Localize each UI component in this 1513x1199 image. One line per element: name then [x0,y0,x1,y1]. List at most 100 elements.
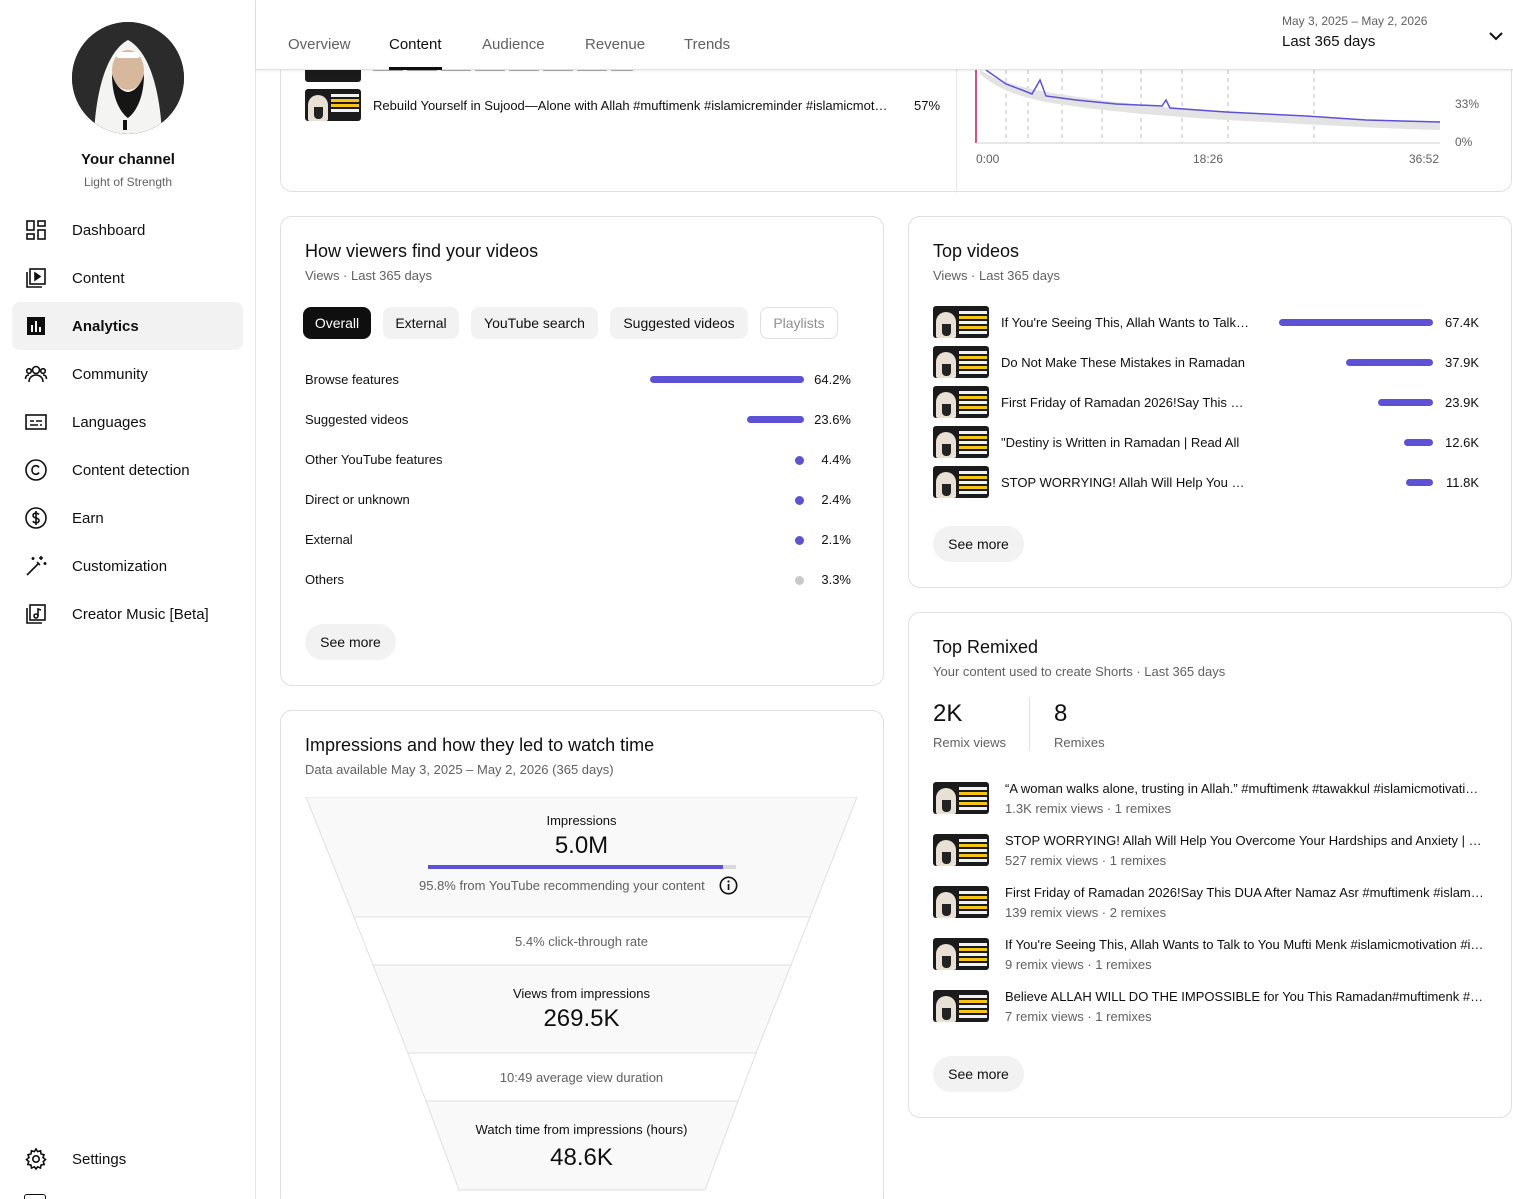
video-thumbnail[interactable] [933,938,989,970]
impressions-label: Impressions [546,813,617,828]
video-thumbnail[interactable] [305,89,361,121]
remixed-video-row[interactable]: Believe ALLAH WILL DO THE IMPOSSIBLE for… [933,989,1485,1024]
chevron-down-icon[interactable] [1486,26,1506,51]
y-tick: 33% [1455,97,1480,111]
feedback-icon[interactable] [24,1194,46,1199]
sidebar-item-creator-music[interactable]: Creator Music [Beta] [12,590,243,638]
sidebar-item-content-detection[interactable]: Content detection [12,446,243,494]
tab-trends[interactable]: Trends [684,36,730,53]
sidebar-item-languages[interactable]: Languages [12,398,243,446]
sidebar-item-label: Customization [72,557,168,575]
sidebar-item-dashboard[interactable]: Dashboard [12,206,243,254]
video-thumbnail[interactable] [933,834,989,866]
retention-video-title[interactable]: Rebuild Yourself in Sujood—Alone with Al… [373,98,893,113]
video-title[interactable]: STOP WORRYING! Allah Will Help You Overc… [1005,833,1485,848]
sidebar-item-settings[interactable]: Settings [12,1135,243,1183]
sidebar-item-label: Community [72,365,148,383]
retention-chart [975,70,1441,144]
remixes-label: Remixes [1054,735,1105,750]
tab-content[interactable]: Content [389,36,442,53]
views-value: 37.9K [1445,355,1479,370]
remix-views-label: Remix views [933,735,1006,750]
sidebar-item-label: Dashboard [72,221,146,239]
video-title[interactable]: “A woman walks alone, trusting in Allah.… [1005,781,1485,796]
remixed-video-row[interactable]: STOP WORRYING! Allah Will Help You Overc… [933,833,1485,868]
filter-external[interactable]: External [383,307,459,339]
traffic-source-row: Other YouTube features 4.4% [305,450,851,470]
source-dot [795,536,804,545]
filter-overall[interactable]: Overall [303,307,371,339]
card-title: Impressions and how they led to watch ti… [305,735,655,755]
top-video-row[interactable]: If You're Seeing This, Allah Wants to Ta… [933,306,1479,340]
sidebar-item-label: Content [72,269,125,287]
copyright-icon [24,458,48,482]
video-title[interactable]: Believe ALLAH WILL DO THE IMPOSSIBLE for… [1005,989,1485,1004]
remixed-video-row[interactable]: If You're Seeing This, Allah Wants to Ta… [933,937,1485,972]
video-title[interactable]: If You're Seeing This, Allah Wants to Ta… [1001,315,1251,330]
traffic-see-more-button[interactable]: See more [305,624,396,660]
tab-audience[interactable]: Audience [482,36,545,53]
info-icon[interactable] [719,876,738,900]
sidebar-item-customization[interactable]: Customization [12,542,243,590]
video-thumbnail[interactable] [933,990,989,1022]
video-thumbnail[interactable] [933,386,989,418]
date-range[interactable]: May 3, 2025 – May 2, 2026 [1282,14,1427,28]
recommendation-note: 95.8% from YouTube recommending your con… [419,878,705,893]
tab-revenue[interactable]: Revenue [585,36,645,53]
filter-playlists[interactable]: Playlists [760,307,838,339]
source-percent: 23.6% [814,412,851,427]
card-subtitle: Views · Last 365 days [305,268,432,283]
video-title[interactable]: Do Not Make These Mistakes in Ramadan [1001,355,1251,370]
video-thumbnail[interactable] [933,466,989,498]
remix-stats: 7 remix views · 1 remixes [1005,1009,1152,1024]
source-percent: 2.1% [821,532,851,547]
remix-stats: 1.3K remix views · 1 remixes [1005,801,1172,816]
sidebar-item-label: Creator Music [Beta] [72,605,209,623]
filter-suggested-videos[interactable]: Suggested videos [610,307,748,339]
sidebar-item-content[interactable]: Content [12,254,243,302]
video-title[interactable]: First Friday of Ramadan 2026!Say This DU… [1001,395,1251,410]
video-thumbnail[interactable] [933,426,989,458]
impressions-value: 5.0M [554,832,609,859]
video-thumbnail[interactable] [933,346,989,378]
video-title[interactable]: First Friday of Ramadan 2026!Say This DU… [1005,885,1485,900]
source-percent: 4.4% [821,452,851,467]
video-thumbnail[interactable] [933,782,989,814]
dollar-icon [24,506,48,530]
sidebar-item-community[interactable]: Community [12,350,243,398]
sidebar-item-label: Languages [72,413,147,431]
content-icon [24,266,48,290]
sidebar-item-earn[interactable]: Earn [12,494,243,542]
remixes-value: 8 [1054,700,1068,727]
top-video-row[interactable]: "Destiny is Written in Ramadan | Read Al… [933,426,1479,460]
video-thumbnail[interactable] [305,70,361,82]
video-title[interactable]: STOP WORRYING! Allah Will Help You Overc… [1001,475,1251,490]
source-name: External [305,532,353,547]
top-video-row[interactable]: Do Not Make These Mistakes in Ramadan 37.… [933,346,1479,380]
remixed-video-row[interactable]: First Friday of Ramadan 2026!Say This DU… [933,885,1485,920]
top-remixed-see-more-button[interactable]: See more [933,1056,1024,1092]
views-bar [1279,319,1433,326]
source-dot [795,496,804,505]
top-video-row[interactable]: STOP WORRYING! Allah Will Help You Overc… [933,466,1479,500]
active-tab-indicator [389,67,442,70]
remixed-video-row[interactable]: “A woman walks alone, trusting in Allah.… [933,781,1485,816]
filter-youtube-search[interactable]: YouTube search [471,307,598,339]
video-thumbnail[interactable] [933,306,989,338]
video-title[interactable]: If You're Seeing This, Allah Wants to Ta… [1005,937,1485,952]
video-thumbnail[interactable] [933,886,989,918]
community-icon [24,362,48,386]
traffic-source-row: Suggested videos 23.6% [305,410,851,430]
channel-avatar[interactable] [72,22,184,134]
period-label[interactable]: Last 365 days [1282,33,1375,50]
top-video-row[interactable]: First Friday of Ramadan 2026!Say This DU… [933,386,1479,420]
tab-overview[interactable]: Overview [288,36,351,53]
divider [1029,697,1030,751]
source-name: Other YouTube features [305,452,443,467]
top-videos-see-more-button[interactable]: See more [933,526,1024,562]
traffic-source-row: External 2.1% [305,530,851,550]
video-title[interactable]: "Destiny is Written in Ramadan | Read Al… [1001,435,1251,450]
sidebar-item-analytics[interactable]: Analytics [12,302,243,350]
subtitles-icon [24,410,48,434]
source-name: Suggested videos [305,412,409,427]
